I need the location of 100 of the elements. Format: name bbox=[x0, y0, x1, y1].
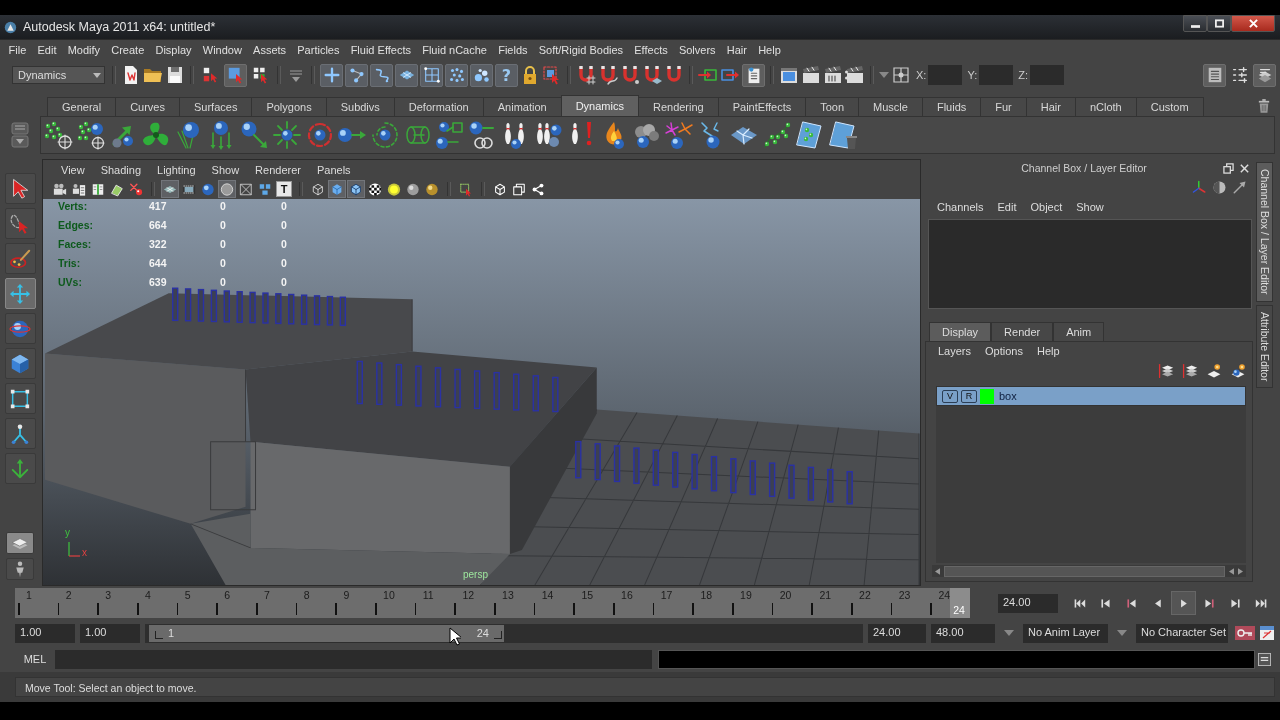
menu-item[interactable]: Effects bbox=[628, 44, 674, 56]
render-window-icon[interactable] bbox=[779, 65, 799, 85]
layers-arrow-down-icon[interactable] bbox=[1182, 363, 1198, 379]
selection-mask-button[interactable] bbox=[345, 63, 368, 87]
manipulator-tool-button[interactable] bbox=[4, 383, 36, 414]
sphere-diagonal-arrow-icon[interactable] bbox=[239, 120, 270, 150]
trash-icon[interactable] bbox=[1258, 99, 1270, 113]
close-button[interactable] bbox=[1231, 15, 1275, 32]
target-square-icon[interactable] bbox=[891, 65, 911, 85]
panel-menu-item[interactable]: Shading bbox=[92, 163, 150, 176]
menu-item[interactable]: Particles bbox=[291, 44, 346, 56]
layer-editor-menu[interactable]: Options bbox=[978, 345, 1030, 357]
fireworks-icon[interactable] bbox=[664, 120, 695, 150]
layers-arrow-up-icon[interactable] bbox=[1158, 363, 1174, 379]
magnet-icon[interactable] bbox=[664, 65, 684, 85]
selection-mask-button[interactable] bbox=[445, 63, 468, 87]
command-input-field[interactable] bbox=[55, 649, 652, 669]
menu-item[interactable]: Create bbox=[105, 44, 150, 56]
last-tool-button[interactable] bbox=[4, 418, 36, 449]
panel-toggle-button[interactable] bbox=[1203, 63, 1226, 87]
end-time-field[interactable]: 48.00 bbox=[931, 623, 995, 643]
scroll-left-icon[interactable] bbox=[1229, 567, 1234, 575]
layer-color-icon[interactable] bbox=[980, 388, 994, 404]
shelf-menu-icon[interactable] bbox=[11, 122, 29, 148]
coordinate-field[interactable] bbox=[928, 65, 963, 85]
range-slider-bar[interactable] bbox=[149, 624, 504, 642]
menu-item[interactable]: Display bbox=[149, 44, 198, 56]
dots-sphere-icon[interactable] bbox=[75, 120, 106, 150]
current-time-field[interactable]: 24.00 bbox=[998, 593, 1058, 613]
channel-box-menu[interactable]: Edit bbox=[990, 201, 1024, 213]
layer-editor-tab[interactable]: Anim bbox=[1053, 322, 1105, 341]
menu-item[interactable]: Modify bbox=[62, 44, 106, 56]
range-slider-track[interactable]: 1 24 bbox=[145, 623, 863, 643]
half-circle-icon[interactable] bbox=[1212, 179, 1227, 195]
panel-menu-item[interactable]: Renderer bbox=[247, 163, 309, 176]
channel-box-menu[interactable]: Show bbox=[1069, 201, 1111, 213]
start-time-field[interactable]: 1.00 bbox=[15, 623, 75, 643]
lamp-plane-icon[interactable] bbox=[1206, 363, 1222, 379]
shelf-tab[interactable]: General bbox=[47, 97, 117, 116]
help-button[interactable]: ? bbox=[495, 63, 518, 87]
scroll-right-icon[interactable] bbox=[1238, 567, 1243, 575]
calendar-icon[interactable] bbox=[1260, 626, 1274, 640]
scroll-left-icon[interactable] bbox=[935, 567, 940, 575]
slider-handle-icon[interactable] bbox=[155, 631, 163, 639]
side-tab[interactable]: Attribute Editor bbox=[1256, 304, 1273, 388]
lasso-tool-button[interactable] bbox=[4, 208, 36, 239]
magnet-plane-icon[interactable] bbox=[642, 65, 662, 85]
selection-mask-button[interactable] bbox=[395, 63, 418, 87]
text-toggle-button[interactable]: T bbox=[276, 181, 292, 197]
caret-icon[interactable] bbox=[879, 72, 889, 78]
menu-item[interactable]: Window bbox=[197, 44, 248, 56]
clapperboard-icon[interactable] bbox=[801, 65, 821, 85]
caret-icon[interactable] bbox=[1004, 630, 1014, 636]
menu-item[interactable]: Fields bbox=[492, 44, 534, 56]
panel-menu-item[interactable]: View bbox=[53, 163, 93, 176]
menu-item[interactable]: File bbox=[3, 44, 32, 56]
construction-history-button[interactable] bbox=[742, 63, 765, 87]
scale-tool-button[interactable] bbox=[4, 348, 36, 379]
dots-target-icon[interactable] bbox=[43, 120, 73, 150]
shelf-tab[interactable]: Rendering bbox=[637, 97, 719, 116]
channel-box-menu[interactable]: Object bbox=[1023, 201, 1070, 213]
shelf-tab[interactable]: Dynamics bbox=[560, 95, 639, 116]
visibility-toggle[interactable]: V bbox=[942, 389, 958, 403]
side-tab[interactable]: Channel Box / Layer Editor bbox=[1256, 162, 1273, 302]
tool-button[interactable] bbox=[4, 453, 36, 484]
layout-button[interactable] bbox=[6, 532, 34, 554]
cloth-sheet-icon[interactable] bbox=[794, 120, 825, 150]
sphere-radial-arrows-icon[interactable] bbox=[271, 120, 302, 150]
view-toggle-button[interactable] bbox=[385, 180, 403, 198]
menu-item[interactable]: Soft/Rigid Bodies bbox=[533, 44, 629, 56]
shelf-tab[interactable]: Custom bbox=[1135, 97, 1204, 116]
magnet-point-icon[interactable] bbox=[620, 65, 640, 85]
magnet-curve-icon[interactable] bbox=[598, 65, 618, 85]
minimize-button[interactable] bbox=[1183, 15, 1207, 32]
playback-end-field[interactable]: 24.00 bbox=[868, 623, 926, 643]
panel-menu-item[interactable]: Lighting bbox=[149, 163, 204, 176]
axes-icon[interactable] bbox=[1192, 179, 1207, 195]
shelf-tab[interactable]: Polygons bbox=[251, 97, 327, 116]
panel-menu-item[interactable]: Panels bbox=[308, 163, 359, 176]
selection-mask-button[interactable] bbox=[320, 63, 343, 87]
move-tool-button[interactable] bbox=[4, 278, 36, 309]
sphere-vortex-icon[interactable] bbox=[369, 120, 400, 150]
caret-icon[interactable] bbox=[1117, 630, 1127, 636]
select-tool-button[interactable] bbox=[4, 173, 36, 204]
clapperboard-dots-icon[interactable] bbox=[845, 65, 865, 85]
paint-tool-button[interactable] bbox=[4, 243, 36, 274]
selection-mask-button[interactable] bbox=[370, 63, 393, 87]
render-toggle[interactable]: R bbox=[961, 389, 977, 403]
save-icon[interactable] bbox=[165, 65, 185, 85]
dots-curve-icon[interactable] bbox=[762, 120, 793, 150]
view-toggle-button[interactable] bbox=[347, 180, 365, 198]
layer-editor-tab[interactable]: Display bbox=[929, 322, 992, 341]
menu-set-dropdown[interactable]: Dynamics bbox=[12, 66, 105, 84]
channel-box-menu[interactable]: Channels bbox=[930, 201, 991, 213]
view-toggle-button[interactable] bbox=[328, 180, 346, 198]
lamp-sphere-icon[interactable] bbox=[1230, 363, 1246, 379]
selection-mask-button[interactable] bbox=[420, 63, 443, 87]
key-icon[interactable] bbox=[1235, 626, 1255, 640]
selection-mask-button[interactable] bbox=[470, 63, 493, 87]
layer-editor-menu[interactable]: Help bbox=[1029, 345, 1067, 357]
